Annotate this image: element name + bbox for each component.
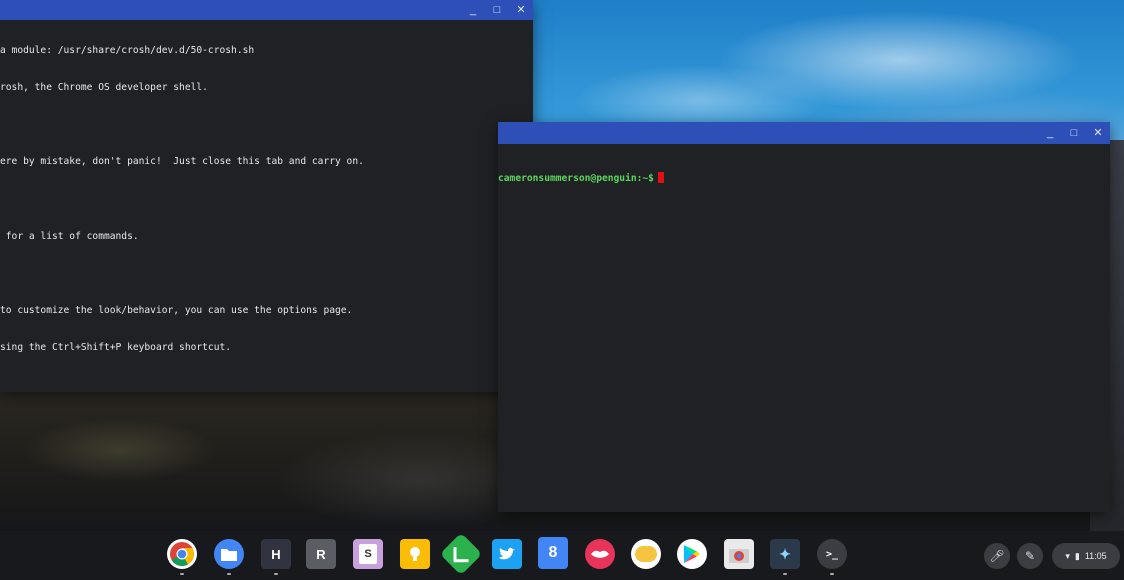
app-h-label: H [271,546,281,562]
battery-icon: ▮ [1074,550,1080,561]
linux-terminal-output[interactable]: cameronsummerson@penguin:~$ [498,144,1110,512]
terminal-line: to customize the look/behavior, you can … [0,305,353,317]
app-r-label: R [316,546,326,562]
sparkle-glyph: ✦ [779,545,791,562]
crosh-terminal-output[interactable]: a module: /usr/share/crosh/dev.d/50-cros… [0,20,533,392]
terminal-line: rosh, the Chrome OS developer shell. [0,82,208,94]
shelf: H R S 8 ✦ >_ 🎤︎ ✎ ▾ ▮ 11:05 [0,531,1124,580]
app-h-icon[interactable]: H [261,539,291,575]
linux-terminal-window[interactable]: _ □ ✕ cameronsummerson@penguin:~$ [498,122,1110,512]
mysay-pro-icon[interactable] [631,539,661,569]
app-r-icon[interactable]: R [306,539,336,569]
slides-glyph: S [359,544,377,564]
close-button[interactable]: ✕ [1092,127,1104,139]
close-button[interactable]: ✕ [515,4,527,16]
calendar-icon[interactable]: 8 [538,537,568,569]
terminal-line: for a list of commands. [0,230,139,242]
shell-prompt: cameronsummerson@penguin:~$ [498,172,654,184]
linux-terminal-titlebar[interactable]: _ □ ✕ [498,122,1110,144]
microphone-icon[interactable]: 🎤︎ [984,543,1010,569]
chrome-icon[interactable] [167,539,197,575]
slides-icon[interactable]: S [353,539,383,569]
stylus-icon[interactable]: ✎ [1017,543,1043,569]
terminal-line: sing the Ctrl+Shift+P keyboard shortcut. [0,342,232,354]
minimize-button[interactable]: _ [467,4,479,16]
lips-icon[interactable] [585,539,615,569]
calendar-day: 8 [548,544,558,561]
play-store-icon[interactable] [677,539,707,569]
feedly-glyph [453,546,469,562]
crosh-titlebar[interactable]: _ □ ✕ [0,0,533,20]
feedly-icon[interactable] [439,532,483,576]
clock: 11:05 [1084,551,1107,561]
terminal-line: a module: /usr/share/crosh/dev.d/50-cros… [0,44,255,56]
status-tray[interactable]: ▾ ▮ 11:05 [1052,543,1120,569]
sparkle-app-icon[interactable]: ✦ [770,539,800,575]
wifi-icon: ▾ [1065,550,1070,561]
chrome-store-icon[interactable] [724,539,754,569]
maximize-button[interactable]: □ [1068,127,1080,139]
files-icon[interactable] [214,539,244,575]
twitter-icon[interactable] [492,539,522,569]
maximize-button[interactable]: □ [491,4,503,16]
terminal-icon[interactable]: >_ [817,539,847,575]
terminal-line: ere by mistake, don't panic! Just close … [0,156,364,168]
crosh-terminal-window[interactable]: _ □ ✕ a module: /usr/share/crosh/dev.d/5… [0,0,533,392]
keep-icon[interactable] [400,539,430,569]
slides-label: S [364,548,372,560]
minimize-button[interactable]: _ [1044,127,1056,139]
text-cursor [657,171,664,183]
terminal-glyph: >_ [825,548,839,560]
mysay-bubble [635,546,657,562]
